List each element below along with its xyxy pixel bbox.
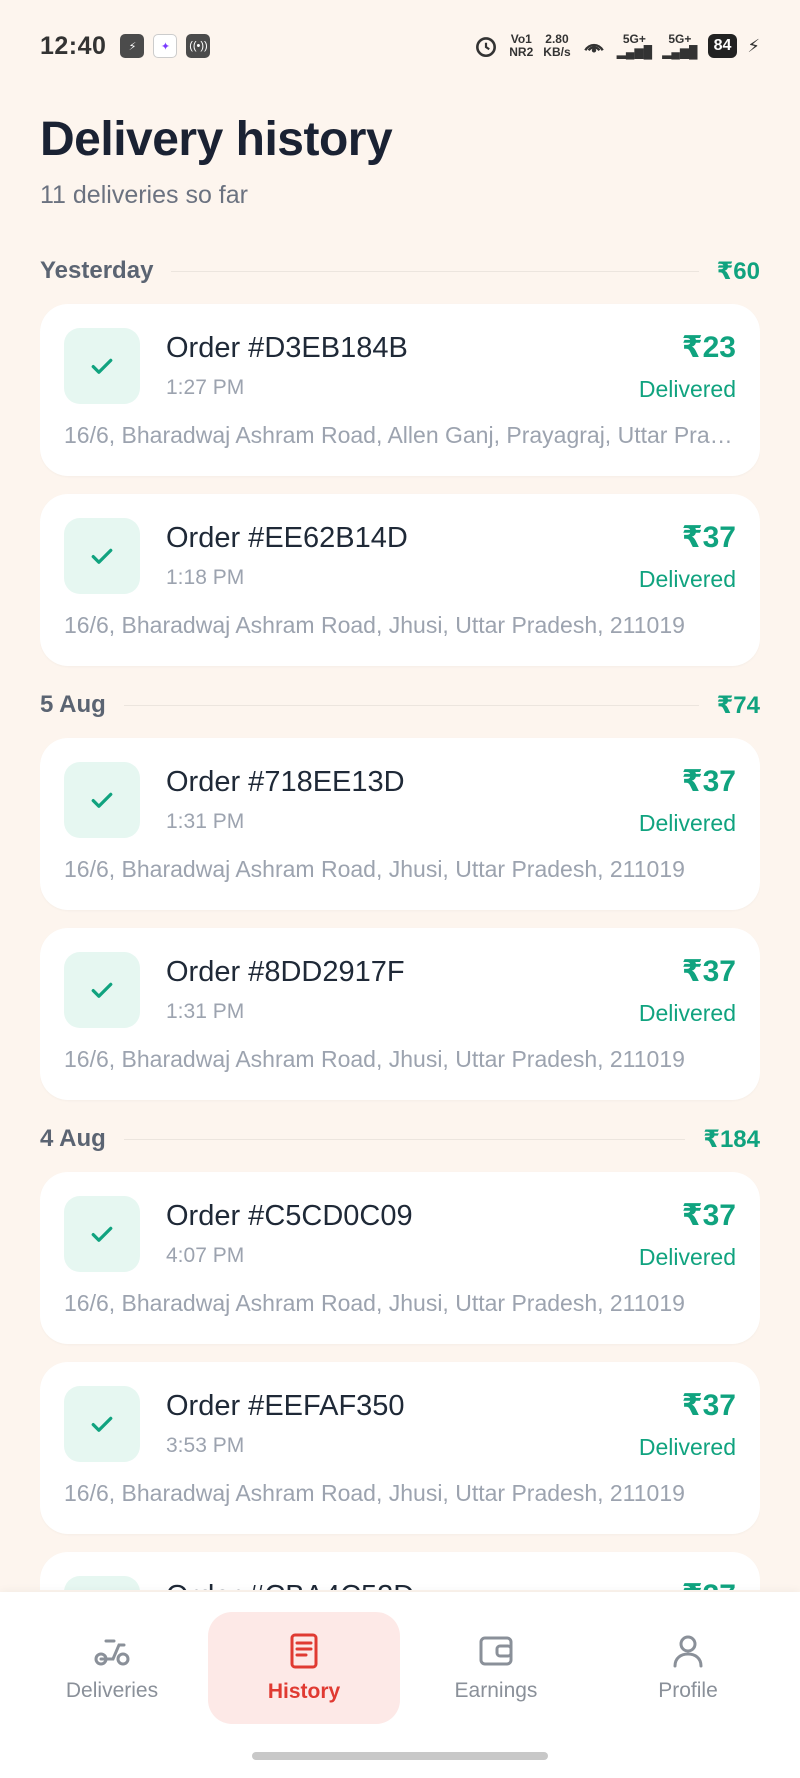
order-card[interactable]: Order #C5CD0C09 4:07 PM ₹37 Delivered 16… [40, 1172, 760, 1344]
order-status: Delivered [638, 1000, 736, 1026]
speed-unit: KB/s [543, 45, 571, 59]
page-header: Delivery history 11 deliveries so far [40, 112, 393, 210]
wallet-icon [479, 1636, 513, 1666]
order-amount: ₹37 [681, 1389, 736, 1422]
page-subtitle: 11 deliveries so far [40, 181, 248, 209]
status-time: 12:40 [40, 31, 107, 60]
order-address: 16/6, Bharadwaj Ashram Road, Jhusi, Utta… [64, 856, 685, 882]
order-status: Delivered [638, 1434, 736, 1460]
order-amount: ₹37 [681, 521, 736, 554]
page-title: Delivery history [40, 113, 393, 166]
order-card[interactable]: Order #CBA4C52D ₹37 [40, 1552, 760, 1590]
delivered-check-icon [64, 1386, 140, 1462]
nav-item-history[interactable]: History [208, 1612, 400, 1724]
battery-level: 84 [707, 34, 738, 58]
app-notification-icon: ✦ [153, 34, 178, 58]
delivered-check-icon [64, 762, 140, 838]
signal-2: 5G+ ▂▄▆█ [662, 33, 697, 59]
order-title: Order #CBA4C52D [166, 1580, 414, 1590]
order-address: 16/6, Bharadwaj Ashram Road, Jhusi, Utta… [64, 1480, 685, 1506]
delivery-history-list[interactable]: Yesterday ₹60 Order #D3EB184B 1:27 PM ₹2… [40, 250, 760, 1590]
alarm-icon [476, 37, 497, 58]
nav-label-deliveries: Deliveries [65, 1679, 159, 1702]
group-divider [171, 270, 699, 272]
delivered-check-icon [64, 1196, 140, 1272]
order-title: Order #C5CD0C09 [166, 1200, 413, 1232]
volte-indicator: Vo1 NR2 [509, 33, 533, 59]
order-amount: ₹37 [681, 955, 736, 988]
signal-bars-icon: ▂▄▆█ [616, 45, 653, 59]
hotspot-icon: ((•)) [186, 34, 211, 58]
group-header-5-aug: 5 Aug ₹74 [40, 684, 760, 726]
order-status: Delivered [638, 376, 736, 402]
order-status: Delivered [638, 1244, 736, 1270]
order-title: Order #D3EB184B [166, 332, 408, 364]
group-label: 5 Aug [40, 691, 106, 718]
order-time: 4:07 PM [166, 1244, 245, 1267]
order-amount: ₹37 [681, 765, 736, 798]
receipt-icon [290, 1633, 318, 1669]
order-status: Delivered [638, 566, 736, 592]
nav-item-profile[interactable]: Profile [592, 1612, 784, 1724]
group-header-yesterday: Yesterday ₹60 [40, 250, 760, 292]
order-amount: ₹37 [681, 1199, 736, 1232]
group-total: ₹74 [716, 691, 760, 719]
delivered-check-icon [64, 518, 140, 594]
order-time: 3:53 PM [166, 1434, 245, 1457]
order-card[interactable]: Order #718EE13D 1:31 PM ₹37 Delivered 16… [40, 738, 760, 910]
order-title: Order #EEFAF350 [166, 1390, 405, 1422]
nav-item-earnings[interactable]: Earnings [400, 1612, 592, 1724]
order-title: Order #718EE13D [166, 766, 405, 798]
bottom-nav: Deliveries History Earnings Profile [0, 1592, 800, 1778]
nav-label-earnings: Earnings [454, 1679, 538, 1702]
order-title: Order #8DD2917F [166, 956, 405, 988]
home-indicator[interactable] [252, 1752, 548, 1760]
order-title: Order #EE62B14D [166, 522, 408, 554]
nav-label-history: History [267, 1680, 341, 1703]
signal-bars-icon: ▂▄▆█ [662, 45, 698, 59]
status-right: Vo1 NR2 2.80 KB/s 5G+ ▂▄▆█ 5G+ ▂▄▆█ 84 ⚡ [473, 33, 760, 59]
order-time: 1:27 PM [166, 376, 245, 399]
charging-icon: ⚡ [747, 35, 760, 56]
order-address: 16/6, Bharadwaj Ashram Road, Jhusi, Utta… [64, 1046, 685, 1072]
nav-item-deliveries[interactable]: Deliveries [16, 1612, 208, 1724]
usb-icon: ⚡ [120, 34, 145, 58]
delivered-check-icon [64, 952, 140, 1028]
order-card[interactable]: Order #8DD2917F 1:31 PM ₹37 Delivered 16… [40, 928, 760, 1100]
order-address: 16/6, Bharadwaj Ashram Road, Jhusi, Utta… [64, 612, 685, 638]
group-label: 4 Aug [40, 1125, 106, 1152]
order-card[interactable]: Order #D3EB184B 1:27 PM ₹23 Delivered 16… [40, 304, 760, 476]
signal-1: 5G+ ▂▄▆█ [617, 33, 652, 59]
group-divider [123, 1138, 686, 1140]
wifi-hotspot-icon [583, 43, 604, 53]
delivered-check-icon [64, 1576, 140, 1590]
order-address: 16/6, Bharadwaj Ashram Road, Jhusi, Utta… [64, 1290, 685, 1316]
notification-icons: ⚡ ✦ ((•)) [120, 34, 211, 58]
group-total: ₹184 [703, 1125, 760, 1153]
order-amount: ₹37 [682, 1578, 736, 1590]
scooter-icon [94, 1639, 130, 1666]
nr-label: NR2 [509, 45, 534, 59]
group-divider [123, 704, 699, 706]
group-total: ₹60 [716, 257, 760, 285]
user-icon [673, 1635, 703, 1668]
network-speed: 2.80 KB/s [543, 33, 570, 59]
group-header-4-aug: 4 Aug ₹184 [40, 1118, 760, 1160]
nav-label-profile: Profile [658, 1679, 718, 1702]
order-time: 1:18 PM [166, 566, 245, 589]
order-status: Delivered [638, 810, 736, 836]
order-amount: ₹23 [681, 331, 736, 364]
order-card[interactable]: Order #EE62B14D 1:18 PM ₹37 Delivered 16… [40, 494, 760, 666]
group-label: Yesterday [40, 257, 154, 284]
order-time: 1:31 PM [166, 1000, 245, 1023]
delivered-check-icon [64, 328, 140, 404]
order-time: 1:31 PM [166, 810, 245, 833]
status-bar: 12:40 ⚡ ✦ ((•)) Vo1 NR2 2.80 KB/s 5G+ ▂▄▆█ … [0, 0, 800, 92]
order-card[interactable]: Order #EEFAF350 3:53 PM ₹37 Delivered 16… [40, 1362, 760, 1534]
order-address: 16/6, Bharadwaj Ashram Road, Allen Ganj,… [64, 422, 736, 448]
